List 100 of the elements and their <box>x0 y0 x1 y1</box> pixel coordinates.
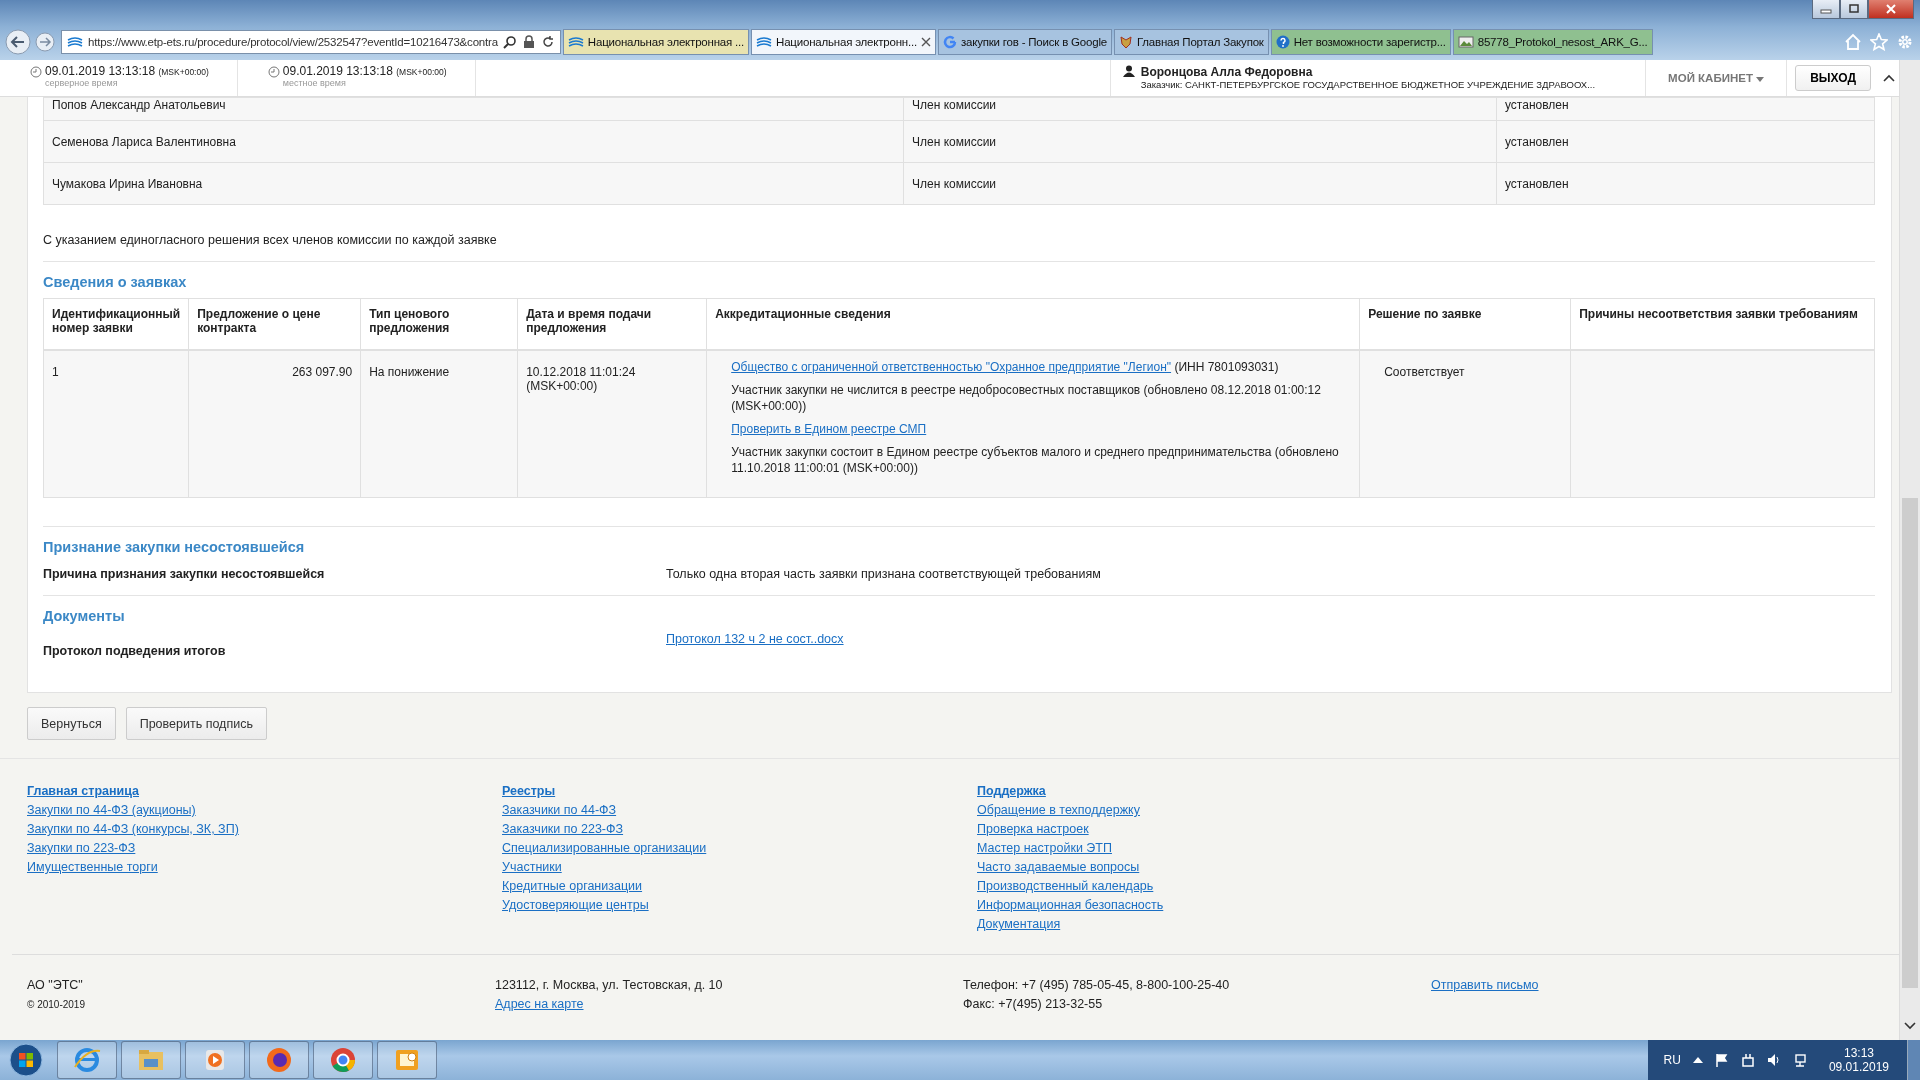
star-icon[interactable] <box>1870 33 1888 51</box>
minimize-button[interactable] <box>1812 0 1840 19</box>
footer-link[interactable]: Документация <box>977 916 1061 933</box>
maximize-icon <box>1848 4 1860 14</box>
footer-link[interactable]: Закупки по 223-ФЗ <box>27 840 136 857</box>
footer-heading-link[interactable]: Поддержка <box>977 783 1046 800</box>
chrome-taskbar-icon[interactable] <box>313 1041 373 1079</box>
registry-status: Участник закупки состоит в Едином реестре субъектов малого и среднего предпринимательства (обновлено 11.10.2018 11:00:01 (MSK+00:00)) <box>731 444 1340 476</box>
table-cell: Семенова Лариса Валентиновна <box>43 120 904 163</box>
footer-link[interactable]: Проверка настроек <box>977 821 1089 838</box>
footer-link[interactable]: Часто задаваемые вопросы <box>977 859 1140 876</box>
maximize-button[interactable] <box>1840 0 1868 19</box>
cabinet-menu[interactable]: МОЙ КАБИНЕТ <box>1646 60 1788 96</box>
lock-icon <box>521 35 536 49</box>
table-cell: 10.12.2018 11:01:24 (MSK+00:00) <box>517 350 707 498</box>
field-value: Только одна вторая часть заявки признана соответствующей требованиям <box>666 567 1101 581</box>
browser-tab[interactable]: Нет возможности зарегистр... <box>1270 29 1451 55</box>
emblem-icon <box>1118 35 1133 49</box>
browser-tab[interactable]: закупки гов - Поиск в Google <box>938 29 1112 55</box>
table-cell: установлен <box>1496 120 1875 163</box>
clock-time: 09.01.2019 13:13:18 <box>282 64 393 78</box>
language-indicator[interactable]: RU <box>1663 1053 1681 1067</box>
logout-button[interactable]: ВЫХОД <box>1795 65 1871 91</box>
participant-link[interactable]: Общество с ограниченной ответственностью "Охранное предприятие "Легион" <box>731 360 1172 374</box>
site-icon <box>67 36 83 48</box>
footer-link[interactable]: Производственный календарь <box>977 878 1154 895</box>
action-button[interactable]: Проверить подпись <box>125 707 267 740</box>
scrollbar-thumb[interactable] <box>1902 498 1918 988</box>
address-text: 123112, г. Москва, ул. Тестовская, д. 10 <box>495 977 724 994</box>
media-player-taskbar-icon[interactable] <box>185 1041 245 1079</box>
scroll-down-icon[interactable] <box>1904 1022 1916 1030</box>
company-name: АО "ЭТС" <box>27 977 84 994</box>
participant-info: Общество с ограниченной ответственностью "Охранное предприятие "Легион" (ИНН 7801093031) <box>731 359 1280 375</box>
start-button[interactable] <box>9 1043 43 1077</box>
site-icon <box>567 36 584 48</box>
tray-arrow-icon[interactable] <box>1692 1057 1703 1063</box>
phone-text: Телефон: +7 (495) 785-05-45, 8-800-100-25-40 <box>963 977 1231 994</box>
footer-link[interactable]: Закупки по 44-ФЗ (аукционы) <box>27 802 196 819</box>
field-label: Протокол подведения итогов <box>43 643 227 658</box>
browser-taskbar-icon[interactable] <box>57 1041 117 1079</box>
user-organization: Заказчик: САНКТ-ПЕТЕРБУРГСКОЕ ГОСУДАРСТВЕННОЕ БЮДЖЕТНОЕ УЧРЕЖДЕНИЕ ЗДРАВООХ... <box>1140 79 1596 90</box>
scrollbar[interactable] <box>1899 60 1920 1040</box>
footer-link[interactable]: Участники <box>502 859 562 876</box>
browser-tab[interactable]: 85778_Protokol_nesost_ARK_G... <box>1452 29 1653 55</box>
time-zone: (MSK+00:00) <box>158 67 209 77</box>
close-button[interactable] <box>1868 0 1914 19</box>
footer-link[interactable]: Информационная безопасность <box>977 897 1164 914</box>
footer-link[interactable]: Обращение в техподдержку <box>977 802 1140 819</box>
browser-tab[interactable]: Национальная электронн... <box>751 29 936 55</box>
back-icon <box>5 29 31 55</box>
send-mail-link[interactable]: Отправить письмо <box>1431 977 1539 994</box>
map-link[interactable]: Адрес на карте <box>495 996 584 1013</box>
document-link[interactable]: Протокол 132 ч 2 не сост..docx <box>666 632 844 658</box>
footer-link[interactable]: Имущественные торги <box>27 859 158 876</box>
mail-taskbar-icon[interactable] <box>377 1041 437 1079</box>
action-button[interactable]: Вернуться <box>27 707 116 740</box>
table-cell: Попов Александр Анатольевич <box>43 97 904 121</box>
user-icon <box>1122 65 1135 77</box>
user-name: Воронцова Алла Федоровна <box>1140 65 1314 79</box>
footer-link[interactable]: Закупки по 44-ФЗ (конкурсы, ЗК, ЗП) <box>27 821 239 838</box>
footer-link[interactable]: Заказчики по 223-ФЗ <box>502 821 624 838</box>
footer-link[interactable]: Заказчики по 44-ФЗ <box>502 802 617 819</box>
speaker-icon[interactable] <box>1766 1053 1781 1067</box>
section-title: Сведения о заявках <box>43 273 188 292</box>
browser-tab[interactable]: Главная Портал Закупок <box>1113 29 1269 55</box>
table-cell: Член комиссии <box>903 97 1497 121</box>
tray-time: 13:13 <box>1843 1046 1874 1060</box>
footer-heading-link[interactable]: Реестры <box>502 783 556 800</box>
clock-icon <box>30 66 42 78</box>
table-cell: установлен <box>1496 162 1875 205</box>
caret-icon <box>1756 77 1765 82</box>
footer-link[interactable]: Удостоверяющие центры <box>502 897 649 914</box>
help-icon <box>1275 35 1290 49</box>
refresh-icon[interactable] <box>540 35 555 49</box>
address-bar[interactable]: https://www.etp-ets.ru/procedure/protocol/view/2532547?eventId=10216473&contra <box>61 30 561 54</box>
forward-button[interactable] <box>35 32 55 52</box>
folder-taskbar-icon[interactable] <box>121 1041 181 1079</box>
close-tab-icon[interactable] <box>921 37 931 47</box>
footer-link[interactable]: Кредитные организации <box>502 878 643 895</box>
browser-tab[interactable]: Национальная электронная ... <box>562 29 750 55</box>
table-cell: На понижение <box>360 350 518 498</box>
clock-time: 09.01.2019 13:13:18 <box>45 64 156 78</box>
network-icon[interactable] <box>1792 1053 1807 1067</box>
footer-link[interactable]: Мастер настройки ЭТП <box>977 840 1112 857</box>
back-button[interactable] <box>5 29 31 55</box>
table-cell: Чумакова Ирина Ивановна <box>43 162 904 205</box>
image-icon <box>1457 36 1474 48</box>
footer-heading-link[interactable]: Главная страница <box>27 783 139 800</box>
flag-icon[interactable] <box>1714 1053 1729 1067</box>
section-title: Документы <box>43 607 126 626</box>
table-cell: Член комиссии <box>903 120 1497 163</box>
clock-icon <box>267 66 280 78</box>
registry-link[interactable]: Проверить в Едином реестре СМП <box>731 422 927 436</box>
copyright-text: © 2010-2019 <box>27 998 86 1012</box>
search-icon[interactable] <box>502 35 517 49</box>
tray-date: 09.01.2019 <box>1828 1060 1889 1074</box>
google-icon <box>943 35 957 49</box>
forward-icon <box>35 32 55 52</box>
footer-link[interactable]: Специализированные организации <box>502 840 707 857</box>
clock-caption: серверное время <box>45 78 119 88</box>
